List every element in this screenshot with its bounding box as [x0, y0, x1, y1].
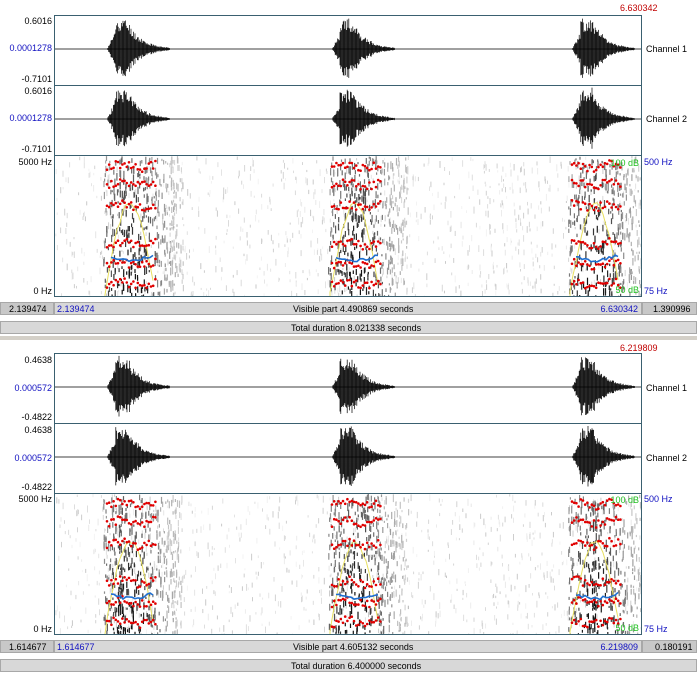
waveform-svg	[55, 426, 641, 487]
editor-panel-bottom: 6.219809 0.4638 0.000572 -0.4822 Channel…	[0, 340, 697, 675]
hidden-left-duration: 2.139474	[9, 304, 47, 314]
waveform-svg	[55, 87, 641, 149]
channel-1-label: Channel 1	[646, 383, 688, 393]
total-duration-text: Total duration 6.400000 seconds	[291, 661, 422, 671]
visible-part-text: Visible part 4.490869 seconds	[293, 304, 414, 314]
ch2-center: 0.000572	[14, 453, 52, 463]
visible-end-time: 6.630342	[600, 304, 638, 314]
visible-start-time: 1.614677	[57, 642, 95, 652]
db-bottom-label: 50 dB	[615, 623, 639, 633]
waveform-svg	[55, 355, 641, 417]
hidden-right-duration: 0.180191	[655, 642, 693, 652]
freq-top-label: 5000 Hz	[18, 157, 52, 167]
ch2-min: -0.7101	[21, 144, 52, 154]
spectrogram[interactable]: 100 dB 50 dB	[54, 493, 642, 635]
hidden-left-segment[interactable]: 1.614677	[0, 640, 54, 653]
freq-top-label: 5000 Hz	[18, 494, 52, 504]
time-bar-visible: 2.139474 2.139474 Visible part 4.490869 …	[0, 302, 697, 316]
total-segment[interactable]: Total duration 6.400000 seconds	[0, 659, 697, 672]
pitch-bottom-label: 75 Hz	[644, 286, 668, 296]
channel-1-label: Channel 1	[646, 44, 688, 54]
freq-bottom-label: 0 Hz	[33, 624, 52, 634]
hidden-right-segment[interactable]: 1.390996	[642, 302, 697, 315]
db-top-label: 100 dB	[610, 158, 639, 168]
ch1-max: 0.4638	[24, 355, 52, 365]
waveform-channel-2[interactable]	[54, 85, 642, 156]
pitch-top-label: 500 Hz	[644, 494, 673, 504]
editor-panel-top: 6.630342 0.6016 0.0001278 -0.7101 Channe…	[0, 0, 697, 336]
ch2-max: 0.6016	[24, 86, 52, 96]
ch2-center: 0.0001278	[9, 113, 52, 123]
window-end-time: 6.630342	[620, 3, 658, 13]
waveform-channel-2[interactable]	[54, 423, 642, 494]
ch1-center: 0.0001278	[9, 43, 52, 53]
time-bar-visible: 1.614677 1.614677 Visible part 4.605132 …	[0, 640, 697, 654]
visible-segment[interactable]: 2.139474 Visible part 4.490869 seconds 6…	[54, 302, 642, 315]
spectrogram[interactable]: 100 dB 50 dB	[54, 155, 642, 297]
window-end-time: 6.219809	[620, 343, 658, 353]
time-bar-total: Total duration 8.021338 seconds	[0, 321, 697, 335]
waveform-channel-1[interactable]	[54, 353, 642, 424]
visible-part-text: Visible part 4.605132 seconds	[293, 642, 414, 652]
spectrogram-svg	[55, 494, 641, 634]
visible-start-time: 2.139474	[57, 304, 95, 314]
pitch-bottom-label: 75 Hz	[644, 624, 668, 634]
ch1-center: 0.000572	[14, 383, 52, 393]
ch2-min: -0.4822	[21, 482, 52, 492]
ch2-max: 0.4638	[24, 425, 52, 435]
ch1-max: 0.6016	[24, 16, 52, 26]
db-bottom-label: 50 dB	[615, 285, 639, 295]
pitch-top-label: 500 Hz	[644, 157, 673, 167]
total-segment[interactable]: Total duration 8.021338 seconds	[0, 321, 697, 334]
db-top-label: 100 dB	[610, 495, 639, 505]
spectrogram-svg	[55, 156, 641, 296]
hidden-right-duration: 1.390996	[653, 304, 691, 314]
hidden-right-segment[interactable]: 0.180191	[642, 640, 697, 653]
hidden-left-duration: 1.614677	[9, 642, 47, 652]
time-bar-total: Total duration 6.400000 seconds	[0, 659, 697, 673]
ch1-min: -0.4822	[21, 412, 52, 422]
visible-end-time: 6.219809	[600, 642, 638, 652]
waveform-svg	[55, 18, 641, 78]
channel-2-label: Channel 2	[646, 114, 688, 124]
freq-bottom-label: 0 Hz	[33, 286, 52, 296]
ch1-min: -0.7101	[21, 74, 52, 84]
channel-2-label: Channel 2	[646, 453, 688, 463]
hidden-left-segment[interactable]: 2.139474	[0, 302, 54, 315]
total-duration-text: Total duration 8.021338 seconds	[291, 323, 422, 333]
visible-segment[interactable]: 1.614677 Visible part 4.605132 seconds 6…	[54, 640, 642, 653]
waveform-channel-1[interactable]	[54, 15, 642, 86]
